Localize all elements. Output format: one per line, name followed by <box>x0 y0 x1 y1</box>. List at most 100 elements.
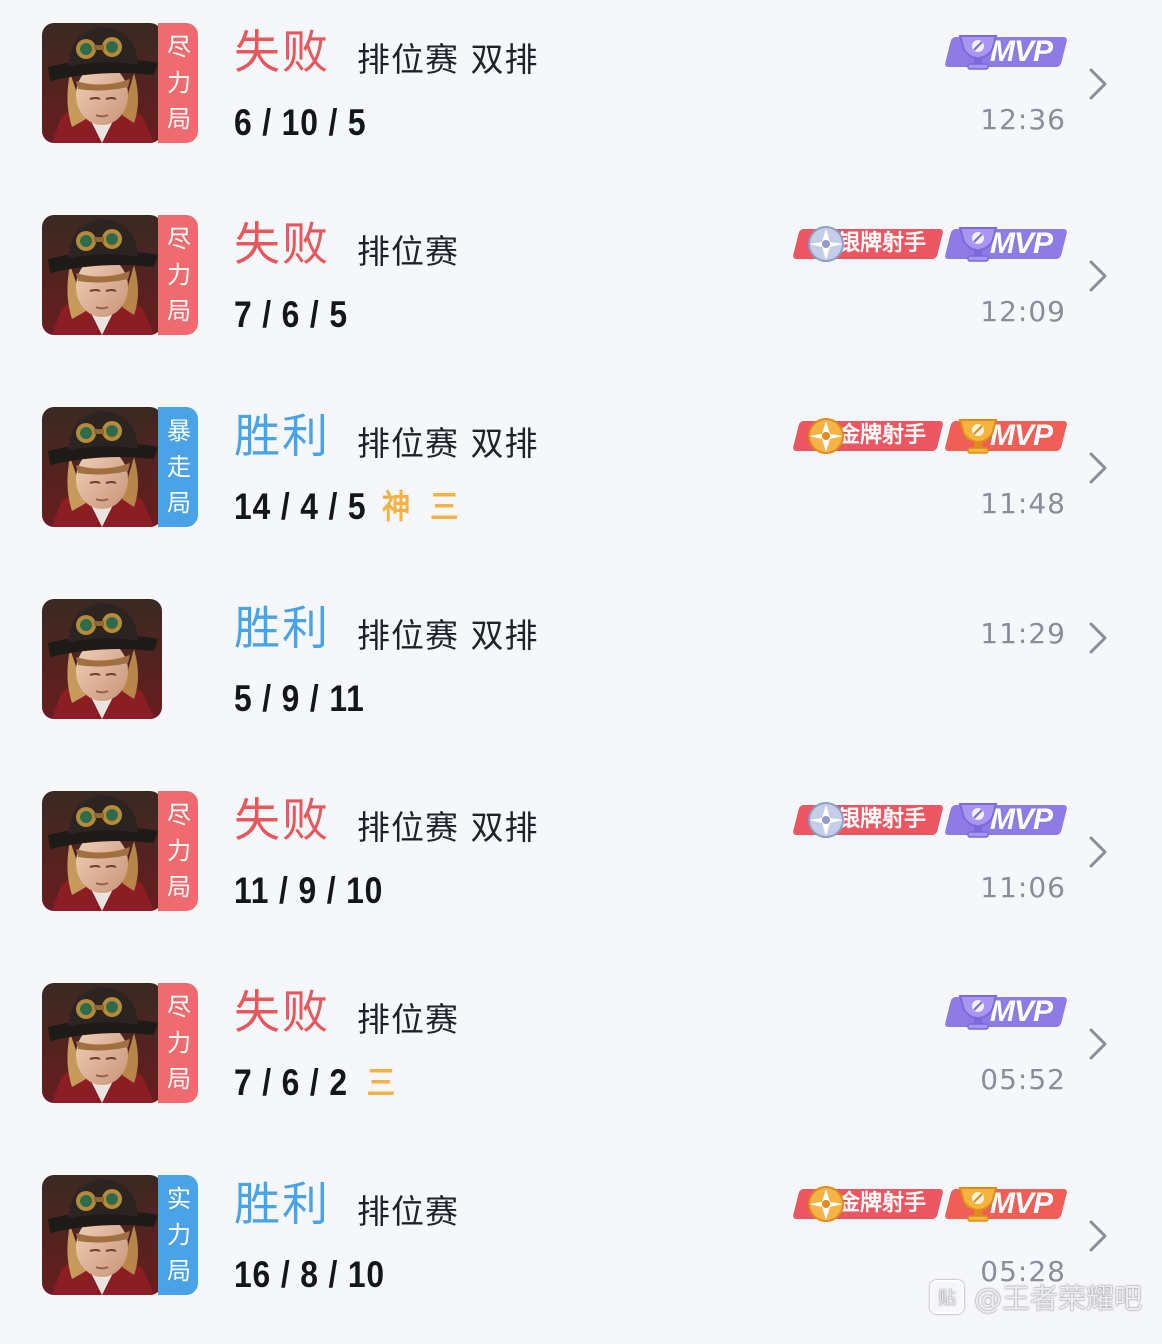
performance-tag-char: 尽 <box>167 801 191 829</box>
mvp-badge: MVP <box>944 1184 1068 1224</box>
kda-score: 5 / 9 / 11 <box>234 674 365 724</box>
kda-score: 7 / 6 / 2 三 <box>234 1058 396 1108</box>
badge-label: 金牌射手 <box>837 1191 926 1216</box>
performance-tag: 尽力局 <box>158 983 198 1103</box>
match-history-list: 尽力局失败 排位赛 双排 6 / 10 / 5 MVP 12:36 尽 力 局 … <box>0 0 1162 1344</box>
watermark-text: @王者荣耀吧 <box>973 1282 1142 1315</box>
mvp-badge: MVP <box>944 800 1068 840</box>
achievement-badges: 银牌射手 MVP <box>792 798 1068 842</box>
chevron-right-icon[interactable] <box>1086 620 1110 656</box>
badge-label: 金牌射手 <box>837 423 926 448</box>
chevron-right-icon[interactable] <box>1086 258 1110 294</box>
chevron-right-icon[interactable] <box>1086 450 1110 486</box>
achievement-badges: 金牌射手 MVP <box>792 414 1068 458</box>
match-mode: 排位赛 <box>357 1192 459 1231</box>
match-mode: 排位赛 双排 <box>357 40 539 79</box>
performance-tag: 实力局 <box>158 1175 198 1295</box>
match-mode: 排位赛 <box>357 232 459 271</box>
match-mode: 排位赛 双排 <box>357 616 539 655</box>
performance-tag-char: 力 <box>167 69 191 97</box>
badge-label: 银牌射手 <box>837 231 926 256</box>
tieba-logo-icon: 贴 <box>929 1280 964 1314</box>
mvp-trophy-icon <box>956 1184 1000 1224</box>
match-row[interactable]: 尽力局失败 排位赛 双排 11 / 9 / 10 银牌射手 MVP 11:06 <box>0 768 1162 960</box>
mvp-trophy-icon <box>956 992 1000 1032</box>
mvp-badge: MVP <box>944 992 1068 1032</box>
kda-value: 7 / 6 / 5 <box>234 294 348 335</box>
performance-tag-char: 尽 <box>167 33 191 61</box>
performance-tag: 尽力局 <box>158 791 198 911</box>
watermark: 贴 @王者荣耀吧 <box>929 1277 1142 1317</box>
match-mode: 排位赛 双排 <box>357 808 539 847</box>
match-time: 11:48 <box>980 487 1066 520</box>
ace-shooter-badge: 银牌射手 <box>792 800 944 840</box>
hero-portrait-icon <box>42 407 162 527</box>
ace-emblem-icon <box>804 1184 848 1224</box>
kda-score: 7 / 6 / 5 <box>234 290 348 340</box>
ace-emblem-icon <box>804 800 848 840</box>
hero-portrait-icon <box>42 791 162 911</box>
performance-tag-char: 力 <box>167 261 191 289</box>
badge-label: 银牌射手 <box>837 807 926 832</box>
match-time: 12:36 <box>980 103 1066 136</box>
kda-score: 16 / 8 / 10 <box>234 1250 385 1300</box>
achievement-badges: MVP <box>944 990 1068 1034</box>
kda-score: 14 / 4 / 5 神三 <box>234 482 459 532</box>
match-time: 11:29 <box>980 617 1066 650</box>
performance-tag-char: 局 <box>167 297 191 325</box>
ace-shooter-badge: 金牌射手 <box>792 1184 944 1224</box>
achievement-badges: 金牌射手 MVP <box>792 1182 1068 1226</box>
performance-tag-char: 尽 <box>167 225 191 253</box>
achievement-badges: MVP <box>944 30 1068 74</box>
match-mode: 排位赛 <box>357 1000 459 1039</box>
hero-portrait-icon <box>42 1175 162 1295</box>
match-time: 12:09 <box>980 295 1066 328</box>
chevron-right-icon[interactable] <box>1086 66 1110 102</box>
performance-tag-char: 局 <box>167 1257 191 1285</box>
match-row[interactable]: 尽力局失败 排位赛 7 / 6 / 2三 MVP 05:52 <box>0 960 1162 1152</box>
mvp-trophy-icon <box>956 416 1000 456</box>
mvp-trophy-icon <box>956 224 1000 264</box>
chevron-right-icon[interactable] <box>1086 1218 1110 1254</box>
mvp-badge: MVP <box>944 224 1068 264</box>
match-row[interactable]: 胜利 排位赛 双排 5 / 9 / 11 11:29 <box>0 576 1162 768</box>
match-row[interactable]: 尽力局失败 排位赛 双排 6 / 10 / 5 MVP 12:36 <box>0 0 1162 192</box>
match-result: 胜利 <box>234 601 330 655</box>
performance-tag-char: 实 <box>167 1185 191 1213</box>
match-result: 失败 <box>234 217 330 271</box>
match-row[interactable]: 尽力局失败 排位赛 7 / 6 / 5 银牌射手 MVP 12:09 <box>0 192 1162 384</box>
chevron-right-icon[interactable] <box>1086 1026 1110 1062</box>
match-result: 失败 <box>234 985 330 1039</box>
mvp-badge: MVP <box>944 416 1068 456</box>
performance-tag-char: 力 <box>167 1221 191 1249</box>
match-result: 失败 <box>234 793 330 847</box>
ace-shooter-badge: 银牌射手 <box>792 224 944 264</box>
performance-tag-char: 力 <box>167 1029 191 1057</box>
match-time: 05:52 <box>980 1063 1066 1096</box>
kda-value: 14 / 4 / 5 <box>234 486 367 527</box>
match-row[interactable]: 暴走局胜利 排位赛 双排 14 / 4 / 5神三 金牌射手 MVP 11:48 <box>0 384 1162 576</box>
triple-kill-label: 三 <box>366 1063 397 1102</box>
performance-tag: 暴走局 <box>158 407 198 527</box>
match-result: 失败 <box>234 25 330 79</box>
performance-tag-char: 暴 <box>167 417 191 445</box>
performance-tag-char: 尽 <box>167 993 191 1021</box>
performance-tag: 尽力局 <box>158 215 198 335</box>
kda-value: 6 / 10 / 5 <box>234 102 367 143</box>
hero-portrait-icon <box>42 983 162 1103</box>
kda-score: 11 / 9 / 10 <box>234 866 383 916</box>
hero-portrait-icon <box>42 23 162 143</box>
chevron-right-icon[interactable] <box>1086 834 1110 870</box>
kda-value: 16 / 8 / 10 <box>234 1254 385 1295</box>
performance-tag: 尽力局 <box>158 23 198 143</box>
match-result: 胜利 <box>234 1177 330 1231</box>
performance-tag-char: 局 <box>167 1065 191 1093</box>
kda-value: 11 / 9 / 10 <box>234 870 384 911</box>
kda-value: 7 / 6 / 2 <box>234 1062 348 1103</box>
performance-tag-char: 局 <box>167 489 191 517</box>
performance-tag-char: 力 <box>167 837 191 865</box>
triple-kill-label: 三 <box>430 487 460 526</box>
kda-score: 6 / 10 / 5 <box>234 98 366 148</box>
performance-tag-char: 局 <box>167 873 191 901</box>
mvp-badge: MVP <box>944 32 1068 72</box>
